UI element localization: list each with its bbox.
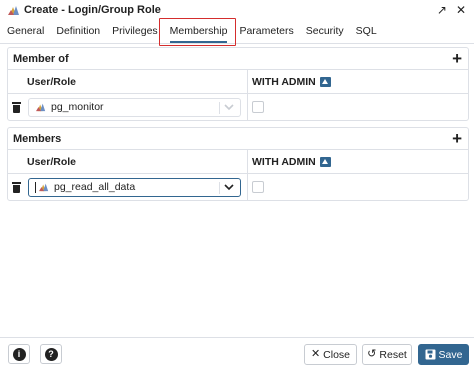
add-member-button[interactable]: +: [452, 130, 462, 147]
members-title: Members: [13, 132, 62, 145]
select-separator: [219, 101, 220, 114]
sort-ascending-icon[interactable]: [319, 76, 331, 87]
user-role-column-header: User/Role: [25, 150, 247, 173]
user-role-header-label: User/Role: [27, 155, 77, 168]
member-of-grid-header: User/Role WITH ADMIN: [8, 70, 468, 94]
text-cursor: [35, 181, 36, 193]
user-role-header-label: User/Role: [27, 75, 77, 88]
help-button[interactable]: ?: [40, 344, 62, 364]
with-admin-column-header[interactable]: WITH ADMIN: [247, 150, 468, 173]
reset-button-label: Reset: [379, 348, 407, 361]
table-row: pg_monitor: [8, 94, 468, 120]
role-select[interactable]: pg_read_all_data: [28, 177, 241, 197]
with-admin-cell: [247, 94, 468, 120]
role-select[interactable]: pg_monitor: [28, 97, 241, 117]
tab-bar: General Definition Privileges Membership…: [0, 20, 474, 44]
close-icon: ✕: [310, 348, 321, 360]
tab-definition[interactable]: Definition: [56, 25, 100, 43]
with-admin-header-label: WITH ADMIN: [252, 155, 316, 168]
tab-security[interactable]: Security: [306, 25, 344, 43]
role-select-value: pg_read_all_data: [54, 181, 136, 193]
group-role-icon: [39, 183, 49, 192]
group-role-icon: [36, 103, 46, 112]
save-button[interactable]: Save: [418, 344, 469, 365]
user-role-cell: pg_monitor: [25, 94, 247, 120]
group-role-icon: [8, 6, 19, 15]
delete-column-header: [8, 150, 25, 173]
close-button[interactable]: ✕ Close: [304, 344, 357, 365]
create-role-dialog: Create - Login/Group Role ↗ ✕ General De…: [0, 0, 474, 369]
chevron-down-icon[interactable]: [224, 103, 234, 111]
table-row: pg_read_all_data: [8, 174, 468, 200]
save-button-label: Save: [438, 348, 463, 361]
floppy-disk-icon: [425, 349, 436, 360]
with-admin-checkbox[interactable]: [252, 101, 264, 113]
tab-sql[interactable]: SQL: [356, 25, 377, 43]
tab-membership[interactable]: Membership: [169, 25, 228, 43]
reset-button[interactable]: ↺ Reset: [362, 344, 412, 365]
close-icon[interactable]: ✕: [456, 3, 466, 17]
info-icon: i: [12, 347, 26, 361]
user-role-cell: pg_read_all_data: [25, 174, 247, 200]
user-role-column-header: User/Role: [25, 70, 247, 93]
member-of-header: Member of +: [8, 48, 468, 70]
expand-icon[interactable]: ↗: [437, 3, 447, 17]
member-of-panel: Member of + User/Role WITH ADMIN pg_moni…: [7, 47, 469, 121]
trash-icon: [12, 181, 21, 193]
members-grid-header: User/Role WITH ADMIN: [8, 150, 468, 174]
dialog-title: Create - Login/Group Role: [24, 4, 161, 16]
role-select-value: pg_monitor: [51, 101, 104, 113]
trash-icon: [12, 101, 21, 113]
help-icon: ?: [44, 347, 58, 361]
title-actions: ↗ ✕: [437, 3, 466, 17]
chevron-down-icon[interactable]: [224, 183, 234, 191]
members-header: Members +: [8, 128, 468, 150]
delete-row-button[interactable]: [8, 174, 25, 200]
info-button[interactable]: i: [8, 344, 30, 364]
tab-parameters[interactable]: Parameters: [239, 25, 293, 43]
tab-general[interactable]: General: [7, 25, 44, 43]
members-panel: Members + User/Role WITH ADMIN pg_read_a…: [7, 127, 469, 201]
title-bar: Create - Login/Group Role ↗ ✕: [0, 0, 474, 20]
tab-privileges[interactable]: Privileges: [112, 25, 158, 43]
select-separator: [219, 181, 220, 194]
with-admin-column-header[interactable]: WITH ADMIN: [247, 70, 468, 93]
with-admin-cell: [247, 174, 468, 200]
with-admin-checkbox[interactable]: [252, 181, 264, 193]
member-of-title: Member of: [13, 52, 69, 65]
add-member-of-button[interactable]: +: [452, 50, 462, 67]
delete-row-button[interactable]: [8, 94, 25, 120]
sort-ascending-icon[interactable]: [319, 156, 331, 167]
with-admin-header-label: WITH ADMIN: [252, 75, 316, 88]
close-button-label: Close: [323, 348, 351, 361]
reset-icon: ↺: [367, 348, 377, 360]
dialog-footer: i ? ✕ Close ↺ Reset Save: [0, 337, 474, 369]
delete-column-header: [8, 70, 25, 93]
